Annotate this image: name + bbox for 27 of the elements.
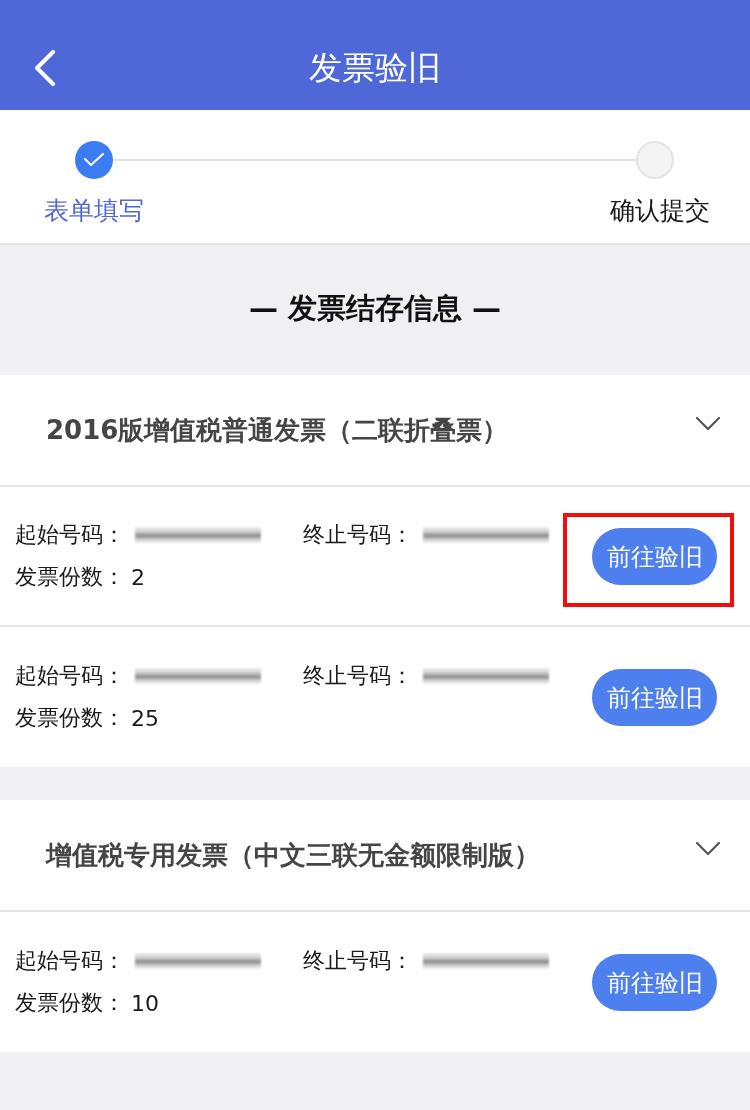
chevron-down-icon	[696, 417, 720, 431]
field-label: 发票份数：	[15, 563, 125, 591]
field-label: 终止号码：	[303, 947, 413, 975]
invoice-type-title: 增值税专用发票（中文三联无金额限制版）	[46, 838, 540, 872]
field-label: 发票份数：	[15, 989, 125, 1017]
go-verify-button[interactable]: 前往验旧	[592, 954, 717, 1011]
section-heading: — 发票结存信息 —	[248, 289, 502, 327]
step-label: 表单填写	[44, 195, 144, 227]
expand-toggle[interactable]	[696, 417, 720, 431]
chevron-down-icon	[696, 842, 720, 856]
expand-toggle[interactable]	[696, 842, 720, 856]
field-label: 终止号码：	[303, 662, 413, 690]
page-title: 发票验旧	[309, 48, 441, 88]
go-verify-button[interactable]: 前往验旧	[592, 528, 717, 585]
field-value: 10	[131, 990, 159, 1016]
step-label: 确认提交	[610, 195, 710, 227]
go-verify-button[interactable]: 前往验旧	[592, 669, 717, 726]
back-button[interactable]	[32, 48, 58, 88]
field-label: 起始号码：	[15, 521, 125, 549]
invoice-type-title: 2016版增值税普通发票（二联折叠票）	[46, 413, 509, 447]
field-label: 终止号码：	[303, 521, 413, 549]
field-value: 25	[131, 705, 159, 731]
back-icon	[34, 50, 56, 86]
field-label: 起始号码：	[15, 947, 125, 975]
field-label: 起始号码：	[15, 662, 125, 690]
field-label: 发票份数：	[15, 704, 125, 732]
field-value: 2	[131, 564, 145, 590]
